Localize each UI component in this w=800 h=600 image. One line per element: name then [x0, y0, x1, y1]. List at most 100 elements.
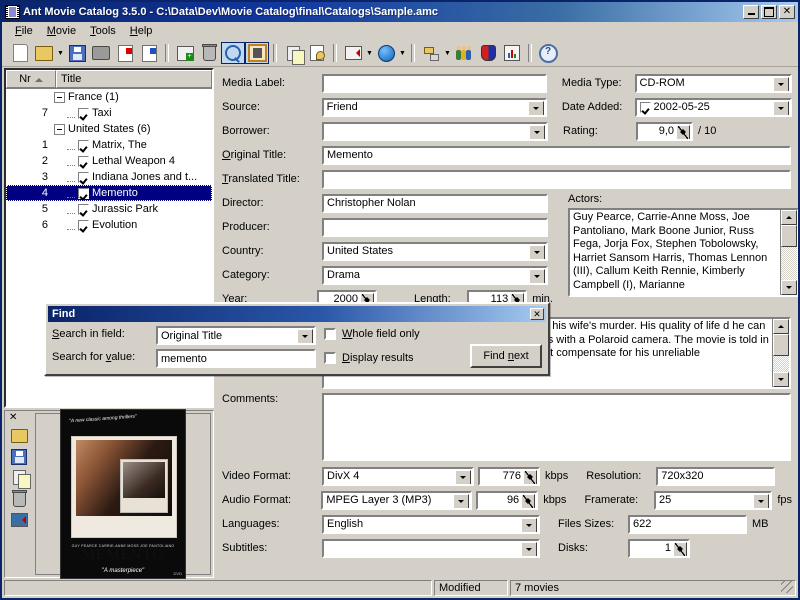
export-icon[interactable] — [137, 42, 161, 64]
chevron-down-icon[interactable] — [521, 542, 537, 557]
disks-spinner[interactable]: 1 — [628, 539, 690, 558]
tree-row[interactable]: 6 Evolution — [6, 217, 212, 233]
chevron-down-icon[interactable] — [453, 494, 469, 509]
manage-lists-icon[interactable] — [419, 42, 443, 64]
tree-row-selected[interactable]: 4 Memento — [6, 185, 212, 201]
spinner-arrows-icon[interactable] — [673, 542, 687, 557]
actors-scrollbar[interactable] — [780, 210, 797, 295]
tree-group-row[interactable]: United States (6) — [6, 121, 212, 137]
tree-row-checkbox[interactable] — [78, 156, 89, 167]
import-icon[interactable] — [113, 42, 137, 64]
picture-frame[interactable]: "A new classic among thrillers" GUY PEAR… — [35, 413, 211, 575]
scripts-icon[interactable] — [305, 42, 329, 64]
save-picture-icon[interactable] — [10, 448, 28, 465]
scrollbar-thumb[interactable] — [781, 225, 797, 247]
search-in-field-combo[interactable]: Original Title — [156, 326, 316, 345]
display-results-row[interactable]: Display results — [324, 352, 414, 364]
picture-icon[interactable] — [245, 42, 269, 64]
tree-row-checkbox[interactable] — [78, 108, 89, 119]
languages-combo[interactable]: English — [322, 515, 540, 534]
tree-row-checkbox[interactable] — [78, 220, 89, 231]
framerate-combo[interactable]: 25 — [654, 491, 772, 510]
chevron-down-icon[interactable] — [529, 125, 545, 140]
date-added-combo[interactable]: 2002-05-25 — [635, 98, 792, 117]
menu-file[interactable]: File — [8, 23, 40, 39]
scrollbar-track[interactable] — [781, 247, 797, 280]
window-picture-icon[interactable] — [10, 511, 28, 528]
export-web-dropdown-icon[interactable]: ▼ — [365, 42, 374, 64]
chevron-down-icon[interactable] — [753, 494, 769, 509]
tree-row[interactable]: 7 Taxi — [6, 105, 212, 121]
tree-row-checkbox[interactable] — [78, 188, 89, 199]
date-added-checkbox[interactable] — [640, 102, 651, 113]
original-title-input[interactable]: Memento — [322, 146, 791, 165]
scroll-up-icon[interactable] — [781, 210, 797, 225]
scroll-down-icon[interactable] — [781, 280, 797, 295]
delete-picture-icon[interactable] — [10, 490, 28, 507]
scroll-up-icon[interactable] — [773, 319, 789, 334]
groups-icon[interactable] — [452, 42, 476, 64]
collapse-icon[interactable] — [54, 124, 65, 135]
resolution-input[interactable]: 720x320 — [656, 467, 775, 486]
spinner-arrows-icon[interactable] — [521, 494, 535, 509]
rating-spinner[interactable]: 9,0 — [636, 122, 693, 141]
chevron-down-icon[interactable] — [529, 245, 545, 260]
menu-help[interactable]: Help — [123, 23, 160, 39]
tree-row-checkbox[interactable] — [78, 140, 89, 151]
bookmarks-icon[interactable] — [476, 42, 500, 64]
media-label-input[interactable] — [322, 74, 547, 93]
category-combo[interactable]: Drama — [322, 266, 548, 285]
statistics-icon[interactable] — [500, 42, 524, 64]
search-for-value-input[interactable]: memento — [156, 349, 316, 368]
actors-textarea[interactable]: Guy Pearce, Carrie-Anne Moss, Joe Pantol… — [568, 208, 798, 297]
collapse-icon[interactable] — [54, 92, 65, 103]
audio-bitrate-spinner[interactable]: 96 — [476, 491, 538, 510]
source-combo[interactable]: Friend — [322, 98, 547, 117]
spinner-arrows-icon[interactable] — [523, 470, 537, 485]
chevron-down-icon[interactable] — [773, 101, 789, 116]
tree-row[interactable]: 1 Matrix, The — [6, 137, 212, 153]
tree-group-row[interactable]: France (1) — [6, 89, 212, 105]
audio-format-combo[interactable]: MPEG Layer 3 (MP3) — [321, 491, 472, 510]
translated-title-input[interactable] — [322, 170, 791, 189]
open-catalog-icon[interactable] — [32, 42, 56, 64]
director-input[interactable]: Christopher Nolan — [322, 194, 548, 213]
tree-row-checkbox[interactable] — [78, 172, 89, 183]
tree-row[interactable]: 5 Jurassic Park — [6, 201, 212, 217]
close-button[interactable]: ✕ — [779, 5, 795, 19]
video-bitrate-spinner[interactable]: 776 — [478, 467, 540, 486]
column-header-title[interactable]: Title — [56, 70, 212, 88]
chevron-down-icon[interactable] — [455, 470, 471, 485]
save-catalog-icon[interactable] — [65, 42, 89, 64]
manage-lists-dropdown-icon[interactable]: ▼ — [443, 42, 452, 64]
internet-icon[interactable] — [374, 42, 398, 64]
file-sizes-input[interactable]: 622 — [628, 515, 747, 534]
tree-row-checkbox[interactable] — [78, 204, 89, 215]
scrollbar-thumb[interactable] — [773, 334, 789, 356]
help-icon[interactable]: ? — [536, 42, 560, 64]
producer-input[interactable] — [322, 218, 548, 237]
chevron-down-icon[interactable] — [773, 77, 789, 92]
copy-picture-icon[interactable] — [10, 469, 28, 486]
media-type-combo[interactable]: CD-ROM — [635, 74, 793, 93]
delete-movie-icon[interactable] — [197, 42, 221, 64]
find-next-button[interactable]: Find next — [470, 344, 542, 368]
open-catalog-dropdown-icon[interactable]: ▼ — [56, 42, 65, 64]
minimize-button[interactable] — [743, 5, 759, 19]
new-catalog-icon[interactable] — [8, 42, 32, 64]
find-icon[interactable] — [221, 42, 245, 64]
chevron-down-icon[interactable] — [297, 329, 313, 344]
video-format-combo[interactable]: DivX 4 — [322, 467, 474, 486]
borrower-combo[interactable] — [322, 122, 548, 141]
spinner-arrows-icon[interactable] — [676, 125, 690, 140]
find-dialog-close-button[interactable]: ✕ — [530, 308, 544, 320]
tree-row[interactable]: 3 Indiana Jones and t... — [6, 169, 212, 185]
open-picture-icon[interactable] — [10, 427, 28, 444]
description-scrollbar[interactable] — [772, 319, 789, 387]
subtitles-combo[interactable] — [322, 539, 540, 558]
whole-field-only-checkbox[interactable] — [324, 328, 336, 340]
menu-tools[interactable]: Tools — [83, 23, 123, 39]
menu-movie[interactable]: Movie — [40, 23, 83, 39]
scroll-down-icon[interactable] — [773, 372, 789, 387]
maximize-button[interactable] — [761, 5, 777, 19]
